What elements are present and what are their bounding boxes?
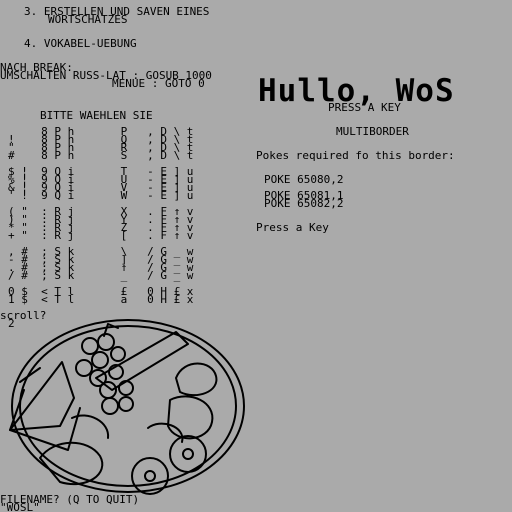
poke-line-3: POKE 65082,2 — [264, 197, 344, 210]
charset-row: + " : R j [ . F ↑ v — [8, 229, 194, 242]
charset-row: ' ! 9 Q i W - E ] u — [8, 189, 194, 202]
multiborder-label: MULTIBORDER — [336, 125, 409, 138]
charset-row: # 8 P h S , D \ t — [8, 149, 194, 162]
spectrum-screen: 3. ERSTELLEN UND SAVEN EINES WORTSCHATZE… — [0, 0, 512, 512]
press-key-caps: PRESS A KEY — [328, 101, 401, 114]
break-line-2: MENUE : GOTO 0 — [112, 77, 205, 90]
poke-line-1: POKE 65080,2 — [264, 173, 344, 186]
charset-row: / # ; S k _ / G _ w — [8, 269, 194, 282]
menu-item-4: 4. VOKABEL-UEBUNG — [24, 37, 137, 50]
fruit-bowl-picture — [9, 319, 245, 495]
pokes-required-text: Pokes required fo this border: — [256, 149, 455, 162]
choose-prompt: BITTE WAEHLEN SIE — [40, 109, 153, 122]
charset-row: 1 $ < T l a 0 H £ x — [8, 293, 194, 306]
filename-input[interactable]: "WOSL" — [0, 502, 40, 512]
menu-item-3-line2: WORTSCHATZES — [48, 13, 128, 26]
press-a-key-text: Press a Key — [256, 221, 329, 234]
